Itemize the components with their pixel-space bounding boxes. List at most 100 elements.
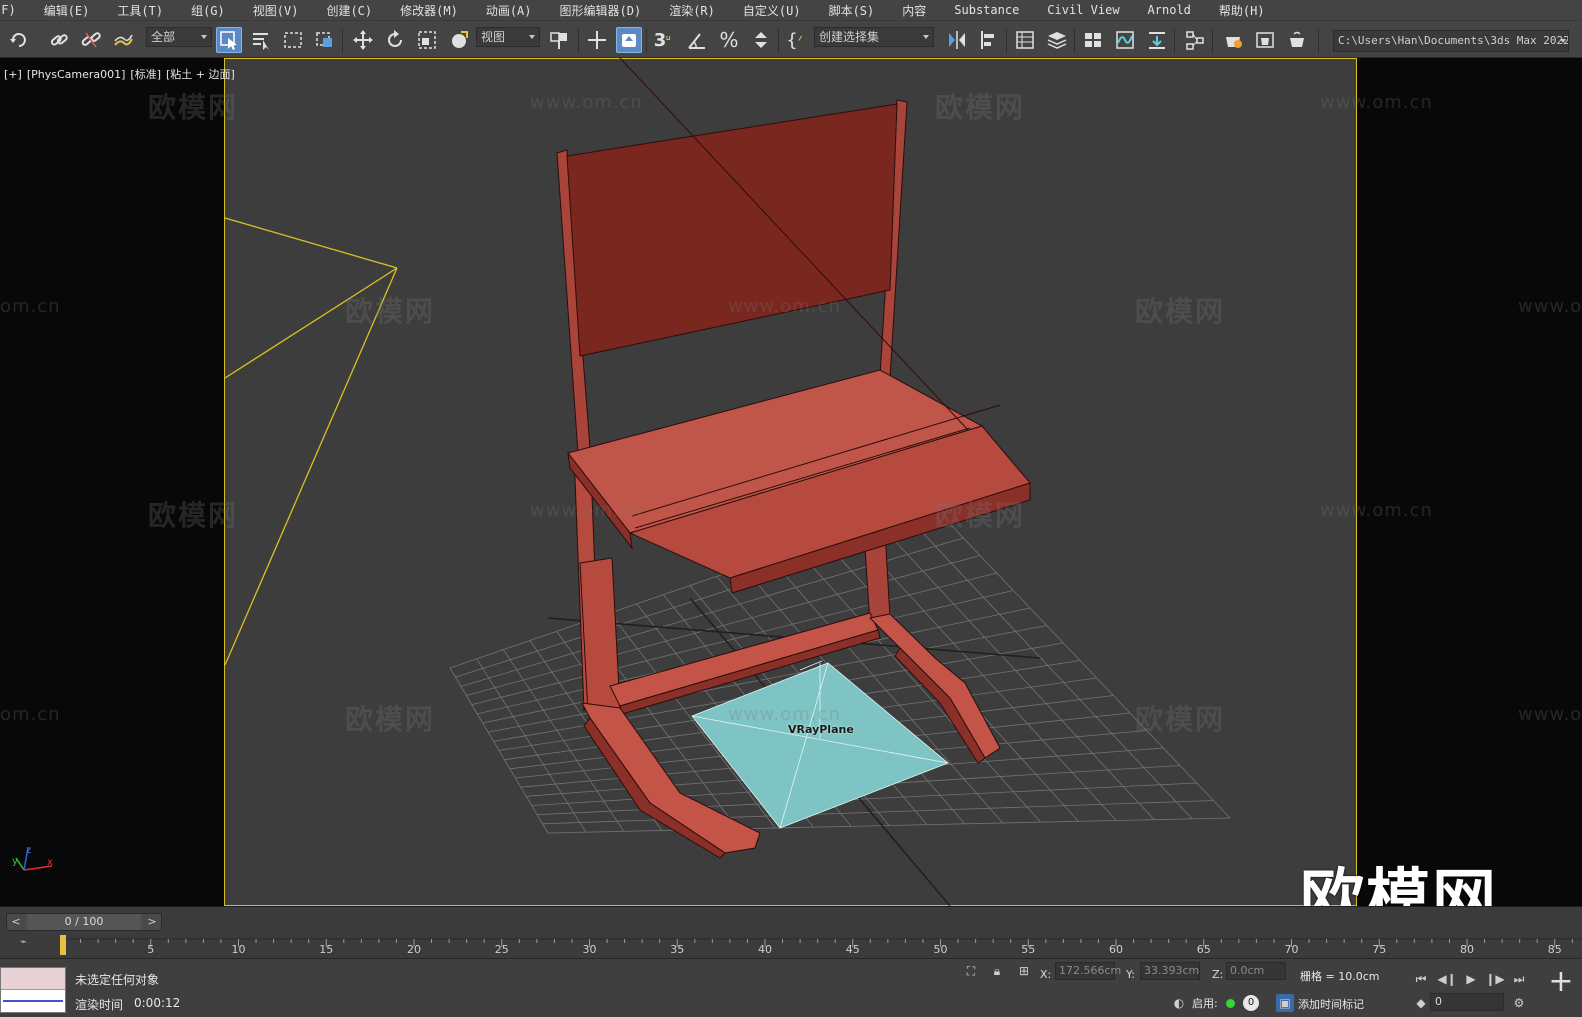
rotate-icon[interactable] <box>382 27 408 53</box>
time-slider[interactable]: < 0 / 100 > <box>6 913 162 931</box>
menu-item[interactable]: 组(G) <box>177 2 239 19</box>
time-config-icon[interactable]: ⚙ <box>1510 994 1528 1012</box>
enable-count-badge[interactable]: 0 <box>1243 995 1259 1011</box>
chevron-down-icon[interactable] <box>1560 39 1566 43</box>
menu-item[interactable]: 渲染(R) <box>655 2 729 19</box>
keyboard-shortcut-override-icon[interactable] <box>616 27 642 53</box>
viewport[interactable]: [+] [PhysCamera001] [标准] [粘土 + 边面] 欧模网 欧… <box>0 58 1582 937</box>
lock-icon[interactable]: 🔒︎ <box>988 962 1006 980</box>
maxscript-listener[interactable] <box>0 967 66 1013</box>
z-coord-field[interactable]: 0.0cm <box>1226 962 1286 980</box>
undo-icon[interactable] <box>6 27 32 53</box>
select-manipulate-icon[interactable] <box>584 27 610 53</box>
window-crossing-icon[interactable] <box>312 27 338 53</box>
add-button[interactable]: + <box>1546 967 1576 998</box>
menu-bar: (F)编辑(E)工具(T)组(G)视图(V)创建(C)修改器(M)动画(A)图形… <box>0 0 1582 20</box>
add-time-tag-button[interactable]: 添加时间标记 <box>1298 996 1364 1012</box>
viewport-menu-button[interactable]: [+] <box>4 68 22 81</box>
viewport-camera-label[interactable]: [PhysCamera001] <box>27 68 126 81</box>
z-label: Z: <box>1212 968 1224 981</box>
key-mode-icon[interactable]: ◆ <box>1412 994 1430 1012</box>
main-toolbar: 全部 视图 3 % { 创建选择集 C:\Users\Han\Documents… <box>0 20 1582 58</box>
go-to-end-icon[interactable]: ⏭ <box>1510 970 1528 988</box>
menu-item[interactable]: 创建(C) <box>312 2 386 19</box>
dope-sheet-icon[interactable] <box>1144 27 1170 53</box>
viewport-shading-label[interactable]: [粘土 + 边面] <box>166 68 235 81</box>
ribbon-icon[interactable] <box>1080 27 1106 53</box>
reference-coord-dropdown[interactable]: 视图 <box>476 27 540 47</box>
axis-label-y: y <box>12 856 18 867</box>
ruler-tick-label: 45 <box>845 943 860 956</box>
menu-item[interactable]: Civil View <box>1033 3 1133 17</box>
menu-item[interactable]: (F) <box>0 3 30 17</box>
curve-editor-icon[interactable] <box>1112 27 1138 53</box>
layer-explorer-icon[interactable] <box>1044 27 1070 53</box>
move-icon[interactable] <box>350 27 376 53</box>
x-coord-field[interactable]: 172.566cm <box>1055 962 1121 980</box>
select-object-button[interactable] <box>216 27 242 53</box>
render-time-label: 渲染时间 <box>75 998 124 1012</box>
ruler-tick-label: 25 <box>494 943 509 956</box>
play-icon[interactable]: ▶ <box>1462 970 1480 988</box>
prev-frame-button[interactable]: < <box>9 915 23 929</box>
separator <box>646 29 647 53</box>
menu-item[interactable]: 图形编辑器(D) <box>546 2 656 19</box>
link-icon[interactable] <box>46 27 72 53</box>
ruler-tick-label: 15 <box>319 943 334 956</box>
render-setup-icon[interactable] <box>1220 27 1246 53</box>
angle-snap-icon[interactable] <box>684 27 710 53</box>
snap-toggle-icon[interactable]: 3 <box>652 27 678 53</box>
ruler-tick-label: 40 <box>758 943 772 956</box>
time-tag-icon[interactable]: ▣ <box>1276 994 1294 1012</box>
selection-filter-dropdown[interactable]: 全部 <box>146 27 212 47</box>
separator <box>1006 29 1007 53</box>
select-by-name-icon[interactable] <box>248 27 274 53</box>
mirror-icon[interactable] <box>944 27 970 53</box>
menu-item[interactable]: Substance <box>940 3 1033 17</box>
menu-item[interactable]: 修改器(M) <box>386 2 472 19</box>
menu-item[interactable]: 视图(V) <box>239 2 313 19</box>
isolate-icon[interactable]: ⛶ <box>962 962 980 980</box>
edit-named-sets-icon[interactable]: { <box>784 27 810 53</box>
pivot-icon[interactable] <box>546 27 572 53</box>
menu-item[interactable]: Arnold <box>1134 3 1205 17</box>
next-frame-icon[interactable]: ❙▶ <box>1485 970 1504 988</box>
menu-item[interactable]: 动画(A) <box>472 2 546 19</box>
unlink-icon[interactable] <box>78 27 104 53</box>
scene-canvas[interactable] <box>0 58 1582 906</box>
percent-snap-icon[interactable]: % <box>716 27 742 53</box>
menu-item[interactable]: 工具(T) <box>103 2 177 19</box>
rect-region-icon[interactable] <box>280 27 306 53</box>
align-icon[interactable] <box>976 27 1002 53</box>
menu-item[interactable]: 帮助(H) <box>1205 2 1279 19</box>
scene-explorer-icon[interactable] <box>1012 27 1038 53</box>
render-icon[interactable] <box>1284 27 1310 53</box>
placement-icon[interactable] <box>446 27 472 53</box>
viewport-mode-label[interactable]: [标准] <box>130 68 161 81</box>
viewport-label[interactable]: [+] [PhysCamera001] [标准] [粘土 + 边面] <box>4 66 240 82</box>
menu-item[interactable]: 编辑(E) <box>30 2 104 19</box>
go-to-start-icon[interactable]: ⏮ <box>1412 970 1430 988</box>
time-slider-label[interactable]: 0 / 100 <box>27 914 141 930</box>
menu-item[interactable]: 自定义(U) <box>729 2 815 19</box>
project-path-field[interactable]: C:\Users\Han\Documents\3ds Max 2022 <box>1333 30 1569 52</box>
reference-coord-value: 视图 <box>481 30 506 44</box>
timeline: < 0 / 100 > ⌁ 5 10 15 20 25 30 35 40 45 50 55 60 65 7… <box>0 906 1582 958</box>
chevron-down-icon <box>923 35 929 39</box>
render-frame-icon[interactable] <box>1252 27 1278 53</box>
previous-frame-icon[interactable]: ◀❙ <box>1437 970 1456 988</box>
enable-label: 启用: <box>1192 997 1218 1010</box>
y-coord-field[interactable]: 33.393cm <box>1140 962 1200 980</box>
absolute-mode-icon[interactable]: ⊞ <box>1015 962 1033 980</box>
spinner-snap-icon[interactable] <box>748 27 774 53</box>
bind-space-warp-icon[interactable] <box>110 27 136 53</box>
camera-frustum <box>224 217 398 666</box>
named-selection-dropdown[interactable]: 创建选择集 <box>814 27 934 47</box>
scale-icon[interactable] <box>414 27 440 53</box>
menu-item[interactable]: 内容 <box>888 2 940 19</box>
adaptive-degradation-icon[interactable]: ◐ <box>1170 994 1188 1012</box>
next-frame-button[interactable]: > <box>145 915 159 929</box>
schematic-icon[interactable] <box>1182 27 1208 53</box>
current-frame-field[interactable]: 0 <box>1430 993 1504 1011</box>
menu-item[interactable]: 脚本(S) <box>815 2 889 19</box>
